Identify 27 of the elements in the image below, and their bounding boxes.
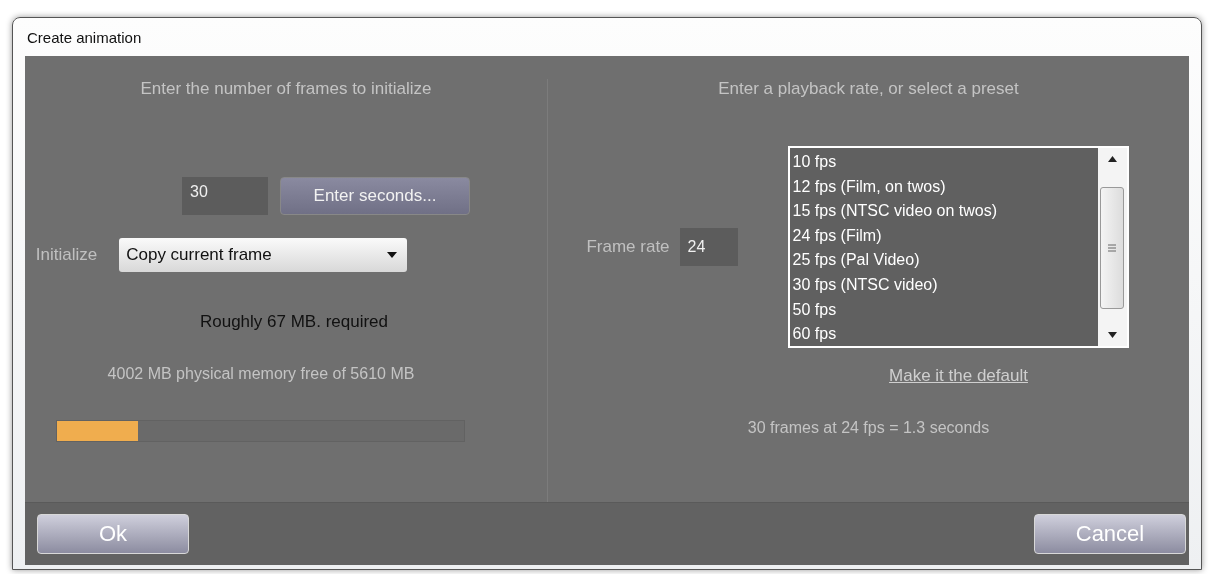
- grip-icon: [1108, 244, 1117, 252]
- preset-item[interactable]: 50 fps: [792, 297, 1098, 323]
- preset-item[interactable]: 12 fps (Film, on twos): [792, 174, 1098, 200]
- memory-required-text: Roughly 67 MB. required: [199, 312, 388, 332]
- make-default-link[interactable]: Make it the default: [889, 366, 1028, 386]
- preset-item[interactable]: 25 fps (Pal Video): [792, 248, 1098, 273]
- section-heading: Enter a playback rate, or select a preset: [718, 79, 1019, 99]
- frame-rate-label: Frame rate: [586, 237, 670, 257]
- scroll-up-icon[interactable]: [1107, 156, 1117, 162]
- preset-item[interactable]: 60 fps: [792, 322, 1098, 347]
- preset-item[interactable]: 30 fps (NTSC video): [792, 272, 1098, 298]
- initialize-dropdown[interactable]: Copy current frame: [119, 238, 408, 272]
- preset-item[interactable]: 15 fps (NTSC video on twos): [792, 199, 1098, 224]
- frame-count-field[interactable]: 30: [182, 177, 268, 215]
- scrollbar[interactable]: [1097, 148, 1127, 346]
- memory-free-text: 4002 MB physical memory free of 5610 MB: [107, 365, 415, 383]
- window-title: Create animation: [27, 28, 142, 46]
- duration-summary-text: 30 frames at 24 fps = 1.3 seconds: [747, 419, 990, 437]
- caret-icon: [387, 252, 398, 258]
- frame-rate-field[interactable]: 24: [679, 228, 738, 266]
- preset-item[interactable]: 24 fps (Film): [792, 223, 1098, 249]
- scroll-down-icon[interactable]: [1107, 332, 1117, 338]
- preset-item[interactable]: 10 fps: [792, 150, 1098, 175]
- section-heading: Enter the number of frames to initialize: [140, 79, 432, 99]
- scroll-thumb[interactable]: [1100, 187, 1125, 309]
- initialize-label: Initialize: [35, 245, 98, 265]
- enter-seconds-button[interactable]: Enter seconds...: [280, 177, 470, 215]
